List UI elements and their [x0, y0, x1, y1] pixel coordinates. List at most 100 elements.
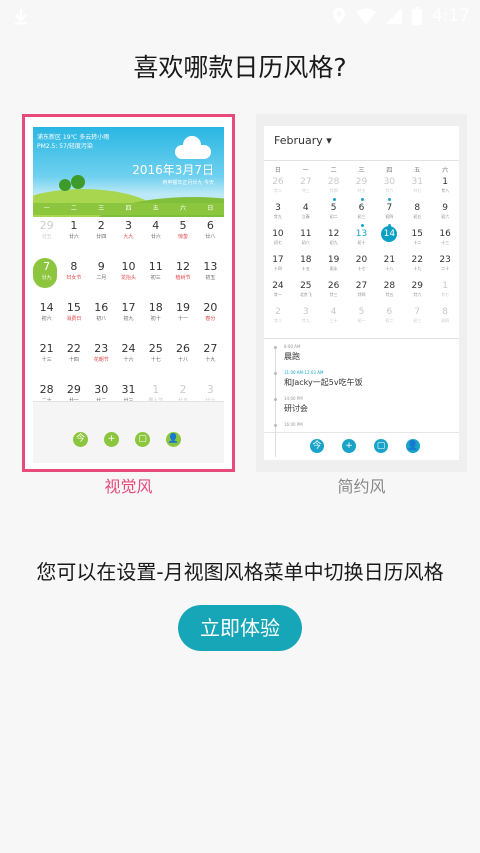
day-number: 20	[355, 255, 368, 265]
event-time: 11:00 AM-12:03 AM	[284, 370, 324, 375]
day-number: 12	[176, 260, 191, 273]
day-cell: 29 廿五	[33, 215, 60, 256]
event-time: 16:00 PM	[284, 422, 303, 427]
lunar-label: 初三	[150, 275, 161, 281]
day-cell: 11 初八	[292, 228, 320, 254]
event-list: 8:00 AM 晨跑 11:00 AM-12:03 AM 和Jacky一起5v吃午饭 1…	[264, 338, 459, 457]
lunar-label: 廿六	[385, 188, 394, 193]
lunar-label: 廿一	[273, 292, 282, 297]
weekday-label: 三	[358, 167, 365, 174]
day-number: 26	[272, 177, 284, 187]
lunar-label: 初三	[413, 318, 422, 323]
day-number: 17	[272, 255, 284, 265]
day-cell: 19 十一	[169, 297, 196, 338]
visual-style-label[interactable]: 视觉风	[22, 473, 235, 497]
event-title: 晨跑	[284, 352, 300, 361]
day-number: 29	[411, 281, 423, 291]
event-time: 8:00 AM	[284, 344, 301, 349]
lunar-label: 十七	[150, 357, 161, 363]
day-cell: 17 十四	[264, 254, 292, 280]
lunar-label: 初四	[441, 318, 450, 323]
day-cell: 6 廿八	[197, 215, 224, 256]
weekday-label: 一	[43, 205, 50, 212]
day-cell: 3 廿九	[264, 202, 292, 228]
weekday-label: 四	[125, 205, 132, 212]
day-number: 29	[66, 383, 81, 396]
day-cell: 26 廿二	[264, 176, 292, 202]
day-number: 15	[66, 301, 81, 314]
lunar-label: 初七	[273, 240, 282, 245]
lunar-label: 十九	[205, 357, 216, 363]
lunar-label: 十八	[178, 357, 189, 363]
day-cell: 31 廿七	[403, 176, 431, 202]
lunar-label: 十六	[123, 357, 134, 363]
lunar-label: 廿六	[68, 234, 79, 240]
day-cell: 27 廿三	[292, 176, 320, 202]
day-number: 26	[327, 281, 340, 291]
lunar-label: 廿四	[357, 292, 366, 297]
lunar-label: 龙抬头	[120, 275, 136, 281]
day-number: 5	[358, 307, 365, 317]
day-cell: 9 初六	[431, 202, 459, 228]
lunar-label: 植树节	[175, 275, 191, 281]
day-number: 21	[39, 342, 54, 355]
day-number: 14	[383, 229, 396, 239]
lunar-label: 初八	[96, 316, 107, 322]
day-cell: 26 十八	[169, 338, 196, 379]
day-number: 28	[383, 281, 396, 291]
lunar-label: 十三	[441, 240, 450, 245]
day-number: 24	[272, 281, 284, 291]
day-number: 30	[383, 177, 396, 187]
download-icon	[15, 9, 27, 25]
weekday-header: 一二三四五六日	[33, 203, 224, 215]
lunar-label: 初十	[150, 316, 161, 322]
day-number: 7	[43, 260, 51, 273]
day-cell: 22 十九	[403, 254, 431, 280]
weekday-label: 二	[70, 205, 77, 212]
day-cell: 19 雨水	[320, 254, 348, 280]
day-number: 3	[206, 383, 214, 396]
day-number: 13	[355, 229, 368, 239]
lunar-label: 廿三	[301, 188, 310, 193]
lunar-label: 初八	[301, 240, 310, 245]
try-now-button[interactable]: 立即体验	[178, 605, 302, 651]
signal-icon	[385, 8, 402, 24]
weekday-label: 二	[330, 167, 337, 174]
visual-style-card[interactable]: 浦东新区 19℃ 多云转小雨 PM2.5: 57/轻度污染 2016年3月7日 …	[22, 114, 235, 472]
day-cell: 6 初二	[375, 306, 403, 332]
day-number: 2	[179, 383, 187, 396]
day-cell: 2 廿四	[88, 215, 115, 256]
day-number: 19	[176, 301, 191, 314]
day-cell: 8 初四	[431, 306, 459, 332]
lunar-label: 初六	[41, 316, 52, 322]
day-number: 28	[327, 177, 340, 187]
day-cell: 1 廿八	[431, 176, 459, 202]
week-row: 10 初七 11 初八 12 初九 13 初十 14 15 十二 16 十三	[264, 224, 459, 254]
user-icon: 👤	[406, 439, 420, 453]
day-number: 3	[124, 219, 132, 232]
lunar-label: 十九	[413, 266, 422, 271]
weekday-label: 五	[414, 167, 421, 174]
today-icon: 今	[73, 432, 88, 447]
add-icon: +	[342, 439, 356, 453]
day-number: 3	[275, 203, 281, 213]
day-number: 21	[383, 255, 396, 265]
lunar-label: 廿四	[329, 188, 338, 193]
day-cell: 5 惊蛰	[169, 215, 196, 256]
day-cell: 5 初一	[348, 306, 376, 332]
day-cell: 12 植树节	[169, 256, 196, 297]
event-title: 研讨会	[284, 404, 308, 413]
day-number: 27	[300, 177, 312, 187]
day-number: 14	[39, 301, 54, 314]
day-number: 1	[442, 177, 448, 187]
day-cell: 4 廿六	[142, 215, 169, 256]
day-number: 8	[442, 307, 448, 317]
lunar-label: 廿八	[441, 188, 450, 193]
day-number: 1	[152, 383, 160, 396]
simple-style-label[interactable]: 简约风	[256, 473, 467, 497]
simple-style-card[interactable]: February ▾ 日一二三四五六 26 廿二 27 廿三 28 廿四 29 廿五 30 廿六 3…	[256, 114, 467, 472]
lunar-label: 十二	[413, 240, 422, 245]
day-number: 11	[148, 260, 163, 273]
week-row: 24 廿一 25 北京飞 26 廿三 27 廿四 28 廿五 29 廿六 1 廿七	[264, 280, 459, 306]
lunar-label: 二十	[441, 266, 450, 271]
